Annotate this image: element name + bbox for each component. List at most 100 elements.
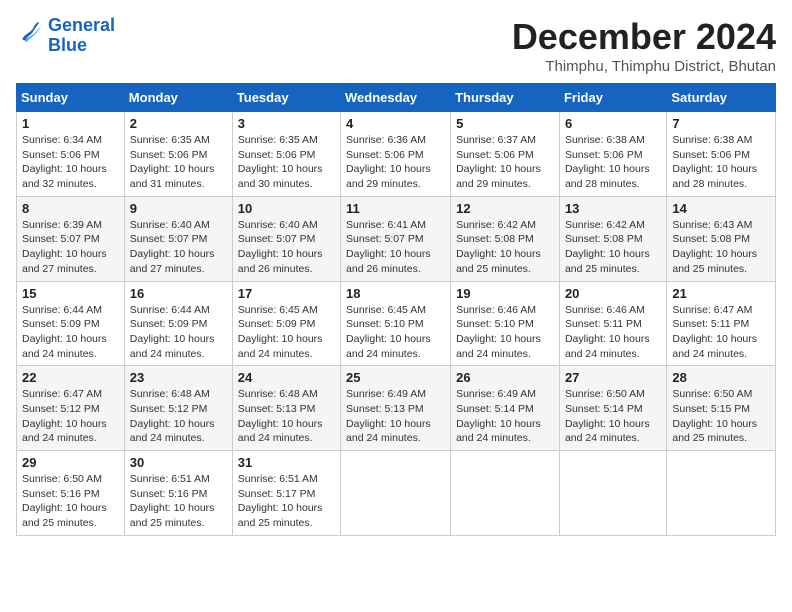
day-cell: 27 Sunrise: 6:50 AM Sunset: 5:14 PM Dayl… <box>559 366 666 451</box>
day-cell: 20 Sunrise: 6:46 AM Sunset: 5:11 PM Dayl… <box>559 281 666 366</box>
logo-text: General Blue <box>48 16 115 56</box>
day-number: 15 <box>22 286 119 301</box>
day-cell: 31 Sunrise: 6:51 AM Sunset: 5:17 PM Dayl… <box>232 451 340 536</box>
day-info: Sunrise: 6:42 AM Sunset: 5:08 PM Dayligh… <box>456 218 554 277</box>
day-info: Sunrise: 6:47 AM Sunset: 5:11 PM Dayligh… <box>672 303 770 362</box>
day-info: Sunrise: 6:44 AM Sunset: 5:09 PM Dayligh… <box>22 303 119 362</box>
header-tuesday: Tuesday <box>232 84 340 112</box>
day-number: 17 <box>238 286 335 301</box>
day-number: 25 <box>346 370 445 385</box>
header-sunday: Sunday <box>17 84 125 112</box>
day-number: 13 <box>565 201 661 216</box>
day-info: Sunrise: 6:46 AM Sunset: 5:10 PM Dayligh… <box>456 303 554 362</box>
day-info: Sunrise: 6:45 AM Sunset: 5:10 PM Dayligh… <box>346 303 445 362</box>
day-number: 3 <box>238 116 335 131</box>
day-cell <box>451 451 560 536</box>
day-info: Sunrise: 6:48 AM Sunset: 5:13 PM Dayligh… <box>238 387 335 446</box>
week-row-3: 15 Sunrise: 6:44 AM Sunset: 5:09 PM Dayl… <box>17 281 776 366</box>
logo: General Blue <box>16 16 115 56</box>
month-title: December 2024 <box>512 16 776 58</box>
day-number: 11 <box>346 201 445 216</box>
day-number: 6 <box>565 116 661 131</box>
day-info: Sunrise: 6:50 AM Sunset: 5:15 PM Dayligh… <box>672 387 770 446</box>
day-cell: 21 Sunrise: 6:47 AM Sunset: 5:11 PM Dayl… <box>667 281 776 366</box>
day-cell <box>341 451 451 536</box>
day-cell: 6 Sunrise: 6:38 AM Sunset: 5:06 PM Dayli… <box>559 112 666 197</box>
day-info: Sunrise: 6:48 AM Sunset: 5:12 PM Dayligh… <box>130 387 227 446</box>
week-row-1: 1 Sunrise: 6:34 AM Sunset: 5:06 PM Dayli… <box>17 112 776 197</box>
title-area: December 2024 Thimphu, Thimphu District,… <box>512 16 776 75</box>
day-info: Sunrise: 6:42 AM Sunset: 5:08 PM Dayligh… <box>565 218 661 277</box>
header-saturday: Saturday <box>667 84 776 112</box>
day-cell: 22 Sunrise: 6:47 AM Sunset: 5:12 PM Dayl… <box>17 366 125 451</box>
day-number: 10 <box>238 201 335 216</box>
day-number: 5 <box>456 116 554 131</box>
day-number: 28 <box>672 370 770 385</box>
day-info: Sunrise: 6:50 AM Sunset: 5:14 PM Dayligh… <box>565 387 661 446</box>
day-number: 30 <box>130 455 227 470</box>
day-info: Sunrise: 6:38 AM Sunset: 5:06 PM Dayligh… <box>672 133 770 192</box>
week-row-4: 22 Sunrise: 6:47 AM Sunset: 5:12 PM Dayl… <box>17 366 776 451</box>
day-cell: 1 Sunrise: 6:34 AM Sunset: 5:06 PM Dayli… <box>17 112 125 197</box>
day-cell: 13 Sunrise: 6:42 AM Sunset: 5:08 PM Dayl… <box>559 196 666 281</box>
day-number: 1 <box>22 116 119 131</box>
day-cell <box>667 451 776 536</box>
day-number: 21 <box>672 286 770 301</box>
day-cell: 10 Sunrise: 6:40 AM Sunset: 5:07 PM Dayl… <box>232 196 340 281</box>
header-wednesday: Wednesday <box>341 84 451 112</box>
day-cell: 7 Sunrise: 6:38 AM Sunset: 5:06 PM Dayli… <box>667 112 776 197</box>
day-info: Sunrise: 6:44 AM Sunset: 5:09 PM Dayligh… <box>130 303 227 362</box>
day-cell: 5 Sunrise: 6:37 AM Sunset: 5:06 PM Dayli… <box>451 112 560 197</box>
day-number: 18 <box>346 286 445 301</box>
day-number: 9 <box>130 201 227 216</box>
day-cell: 16 Sunrise: 6:44 AM Sunset: 5:09 PM Dayl… <box>124 281 232 366</box>
day-info: Sunrise: 6:35 AM Sunset: 5:06 PM Dayligh… <box>130 133 227 192</box>
day-number: 16 <box>130 286 227 301</box>
day-number: 26 <box>456 370 554 385</box>
day-info: Sunrise: 6:38 AM Sunset: 5:06 PM Dayligh… <box>565 133 661 192</box>
day-cell: 18 Sunrise: 6:45 AM Sunset: 5:10 PM Dayl… <box>341 281 451 366</box>
day-number: 27 <box>565 370 661 385</box>
day-number: 23 <box>130 370 227 385</box>
calendar-header-row: SundayMondayTuesdayWednesdayThursdayFrid… <box>17 84 776 112</box>
day-info: Sunrise: 6:36 AM Sunset: 5:06 PM Dayligh… <box>346 133 445 192</box>
logo-line2: Blue <box>48 35 87 55</box>
location-title: Thimphu, Thimphu District, Bhutan <box>512 58 776 75</box>
day-info: Sunrise: 6:39 AM Sunset: 5:07 PM Dayligh… <box>22 218 119 277</box>
day-number: 8 <box>22 201 119 216</box>
day-number: 31 <box>238 455 335 470</box>
day-cell: 28 Sunrise: 6:50 AM Sunset: 5:15 PM Dayl… <box>667 366 776 451</box>
day-cell <box>559 451 666 536</box>
day-cell: 17 Sunrise: 6:45 AM Sunset: 5:09 PM Dayl… <box>232 281 340 366</box>
day-info: Sunrise: 6:45 AM Sunset: 5:09 PM Dayligh… <box>238 303 335 362</box>
day-cell: 19 Sunrise: 6:46 AM Sunset: 5:10 PM Dayl… <box>451 281 560 366</box>
day-info: Sunrise: 6:46 AM Sunset: 5:11 PM Dayligh… <box>565 303 661 362</box>
day-number: 22 <box>22 370 119 385</box>
day-cell: 29 Sunrise: 6:50 AM Sunset: 5:16 PM Dayl… <box>17 451 125 536</box>
day-info: Sunrise: 6:41 AM Sunset: 5:07 PM Dayligh… <box>346 218 445 277</box>
day-cell: 12 Sunrise: 6:42 AM Sunset: 5:08 PM Dayl… <box>451 196 560 281</box>
header: General Blue December 2024 Thimphu, Thim… <box>16 16 776 75</box>
day-number: 20 <box>565 286 661 301</box>
day-number: 24 <box>238 370 335 385</box>
day-info: Sunrise: 6:51 AM Sunset: 5:16 PM Dayligh… <box>130 472 227 531</box>
day-cell: 11 Sunrise: 6:41 AM Sunset: 5:07 PM Dayl… <box>341 196 451 281</box>
day-info: Sunrise: 6:40 AM Sunset: 5:07 PM Dayligh… <box>238 218 335 277</box>
day-cell: 23 Sunrise: 6:48 AM Sunset: 5:12 PM Dayl… <box>124 366 232 451</box>
day-info: Sunrise: 6:40 AM Sunset: 5:07 PM Dayligh… <box>130 218 227 277</box>
logo-icon <box>16 19 44 47</box>
day-info: Sunrise: 6:43 AM Sunset: 5:08 PM Dayligh… <box>672 218 770 277</box>
day-info: Sunrise: 6:34 AM Sunset: 5:06 PM Dayligh… <box>22 133 119 192</box>
calendar-table: SundayMondayTuesdayWednesdayThursdayFrid… <box>16 83 776 536</box>
day-cell: 26 Sunrise: 6:49 AM Sunset: 5:14 PM Dayl… <box>451 366 560 451</box>
day-cell: 2 Sunrise: 6:35 AM Sunset: 5:06 PM Dayli… <box>124 112 232 197</box>
day-cell: 24 Sunrise: 6:48 AM Sunset: 5:13 PM Dayl… <box>232 366 340 451</box>
logo-line1: General <box>48 15 115 35</box>
header-thursday: Thursday <box>451 84 560 112</box>
day-cell: 9 Sunrise: 6:40 AM Sunset: 5:07 PM Dayli… <box>124 196 232 281</box>
day-cell: 8 Sunrise: 6:39 AM Sunset: 5:07 PM Dayli… <box>17 196 125 281</box>
day-info: Sunrise: 6:50 AM Sunset: 5:16 PM Dayligh… <box>22 472 119 531</box>
day-number: 12 <box>456 201 554 216</box>
day-cell: 15 Sunrise: 6:44 AM Sunset: 5:09 PM Dayl… <box>17 281 125 366</box>
day-cell: 14 Sunrise: 6:43 AM Sunset: 5:08 PM Dayl… <box>667 196 776 281</box>
